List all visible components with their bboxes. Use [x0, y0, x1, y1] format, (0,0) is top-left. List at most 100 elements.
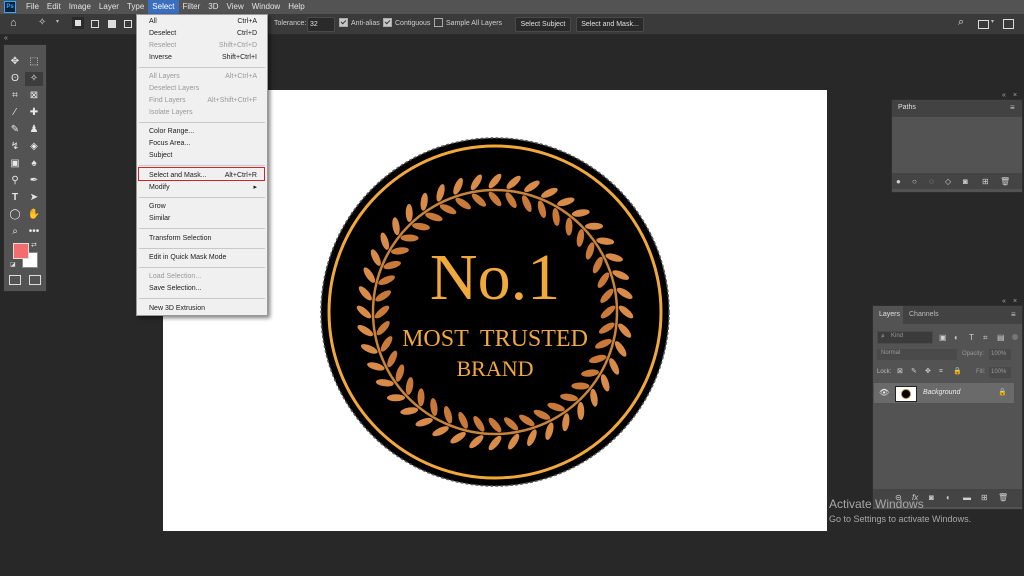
menu-item-transform-selection[interactable]: Transform Selection [149, 233, 257, 244]
menu-edit[interactable]: Edit [43, 0, 65, 14]
anti-alias-checkbox[interactable]: Anti-alias [339, 17, 380, 30]
lock-artboard-icon[interactable]: ⌗ [939, 367, 943, 376]
menu-item-isolate-layers[interactable]: Isolate Layers [149, 107, 257, 118]
blur-tool-icon[interactable]: ♠ [25, 157, 43, 171]
menu-item-quick-mask[interactable]: Edit in Quick Mask Mode [149, 252, 257, 263]
delete-icon[interactable]: 🗑 [998, 493, 1008, 502]
default-colors-icon[interactable]: ◪ [10, 261, 16, 268]
menu-item-reselect[interactable]: Reselect Shift+Ctrl+D [149, 40, 257, 51]
new-path-icon[interactable]: ⊞ [982, 177, 989, 186]
menu-item-deselect[interactable]: Deselect Ctrl+D [149, 28, 257, 39]
select-subject-button[interactable]: Select Subject [515, 17, 571, 32]
filter-adjustment-icon[interactable]: ◐ [954, 333, 959, 342]
magic-wand-icon[interactable]: ✧ [38, 17, 46, 28]
gradient-tool-icon[interactable]: ▣ [6, 157, 24, 171]
filter-pixel-icon[interactable]: ▣ [939, 333, 947, 342]
menu-window[interactable]: Window [248, 0, 284, 14]
collapse-icon[interactable]: « [4, 35, 8, 42]
menu-item-load-selection[interactable]: Load Selection... [149, 271, 257, 282]
history-brush-tool-icon[interactable]: ↯ [6, 140, 24, 154]
layer-name[interactable]: Background [923, 389, 960, 396]
zoom-tool-icon[interactable]: ⌕ [6, 225, 24, 239]
filter-toggle[interactable] [1012, 334, 1018, 340]
contiguous-checkbox[interactable]: Contiguous [383, 17, 430, 30]
layer-row[interactable]: 👁 Background 🔒 [874, 383, 1014, 403]
select-and-mask-button[interactable]: Select and Mask... [576, 17, 644, 32]
menu-item-focus-area[interactable]: Focus Area... [149, 138, 257, 149]
menu-item-inverse[interactable]: Inverse Shift+Ctrl+I [149, 52, 257, 63]
menu-view[interactable]: View [223, 0, 248, 14]
eyedropper-tool-icon[interactable]: ⁄ [6, 106, 24, 120]
chevron-down-icon[interactable]: ▾ [991, 18, 994, 25]
stroke-path-icon[interactable]: ○ [912, 177, 917, 186]
fill-input[interactable]: 100% [989, 367, 1011, 378]
marquee-tool-icon[interactable]: ⬚ [25, 55, 43, 69]
menu-layer[interactable]: Layer [95, 0, 123, 14]
subtract-selection-button[interactable] [108, 20, 116, 28]
tolerance-input[interactable]: 32 [307, 17, 335, 32]
new-selection-button[interactable] [72, 17, 84, 29]
menu-item-find-layers[interactable]: Find Layers Alt+Shift+Ctrl+F [149, 95, 257, 106]
tab-paths[interactable]: Paths [898, 104, 916, 111]
clone-stamp-tool-icon[interactable]: ♟ [25, 123, 43, 137]
chevron-down-icon[interactable]: ▾ [56, 18, 59, 25]
menu-item-modify[interactable]: Modify ▸ [149, 182, 257, 193]
workspace-icon[interactable] [978, 20, 989, 29]
hand-tool-icon[interactable]: ✋ [25, 208, 43, 222]
screen-mode-icon[interactable] [29, 275, 41, 285]
eye-icon[interactable]: 👁 [879, 388, 889, 397]
lasso-tool-icon[interactable]: ʘ [6, 72, 24, 86]
menu-item-all-layers[interactable]: All Layers Alt+Ctrl+A [149, 71, 257, 82]
move-tool-icon[interactable]: ✥ [6, 55, 24, 69]
menu-item-save-selection[interactable]: Save Selection... [149, 283, 257, 294]
more-tools-icon[interactable]: ••• [25, 225, 43, 239]
share-icon[interactable] [1003, 19, 1014, 29]
magic-wand-tool-icon[interactable]: ✧ [25, 72, 43, 86]
menu-item-deselect-layers[interactable]: Deselect Layers [149, 83, 257, 94]
menu-item-grow[interactable]: Grow [149, 201, 257, 212]
menu-help[interactable]: Help [284, 0, 308, 14]
fill-path-icon[interactable]: ● [896, 177, 901, 186]
tab-channels[interactable]: Channels [909, 311, 939, 318]
menu-item-new-3d-extrusion[interactable]: New 3D Extrusion [149, 303, 257, 314]
home-icon[interactable]: ⌂ [10, 17, 17, 29]
frame-tool-icon[interactable]: ⊠ [25, 89, 43, 103]
load-selection-icon[interactable]: ◌ [929, 177, 934, 186]
healing-brush-tool-icon[interactable]: ✚ [25, 106, 43, 120]
close-icon[interactable]: × [1013, 298, 1017, 305]
sample-all-layers-checkbox[interactable]: Sample All Layers [434, 17, 502, 30]
new-layer-icon[interactable]: ⊞ [981, 493, 988, 502]
filter-kind-select[interactable]: ⌕ Kind [877, 331, 933, 344]
close-icon[interactable]: × [1013, 92, 1017, 99]
path-selection-tool-icon[interactable]: ➤ [25, 191, 43, 205]
menu-item-similar[interactable]: Similar [149, 213, 257, 224]
filter-smart-object-icon[interactable]: ▤ [997, 333, 1005, 342]
dodge-tool-icon[interactable]: ⚲ [6, 174, 24, 188]
tab-layers[interactable]: Layers [879, 311, 900, 318]
menu-item-color-range[interactable]: Color Range... [149, 126, 257, 137]
crop-tool-icon[interactable]: ⌗ [6, 89, 24, 103]
menu-file[interactable]: File [22, 0, 43, 14]
menu-item-subject[interactable]: Subject [149, 150, 257, 161]
pen-tool-icon[interactable]: ✒ [25, 174, 43, 188]
lock-transparency-icon[interactable]: ⊠ [897, 367, 903, 376]
menu-3d[interactable]: 3D [204, 0, 222, 14]
menu-type[interactable]: Type [123, 0, 148, 14]
filter-type-icon[interactable]: T [969, 333, 974, 342]
add-selection-button[interactable] [91, 20, 99, 28]
panel-menu-icon[interactable]: ≡ [1011, 310, 1016, 319]
collapse-icon[interactable]: « [1002, 92, 1006, 99]
type-tool-icon[interactable]: T [6, 191, 24, 205]
lock-position-icon[interactable]: ✥ [925, 367, 931, 376]
eraser-tool-icon[interactable]: ◈ [25, 140, 43, 154]
panel-menu-icon[interactable]: ≡ [1010, 103, 1015, 112]
menu-image[interactable]: Image [65, 0, 95, 14]
make-work-path-icon[interactable]: ◇ [945, 177, 951, 186]
opacity-input[interactable]: 100% [989, 349, 1011, 360]
search-icon[interactable]: ⌕ [958, 16, 964, 29]
swap-colors-icon[interactable]: ⇄ [31, 241, 37, 249]
delete-icon[interactable]: 🗑 [1000, 177, 1010, 186]
filter-shape-icon[interactable]: ⌗ [983, 333, 988, 342]
ellipse-tool-icon[interactable]: ◯ [6, 208, 24, 222]
blend-mode-select[interactable]: Normal [877, 349, 957, 360]
